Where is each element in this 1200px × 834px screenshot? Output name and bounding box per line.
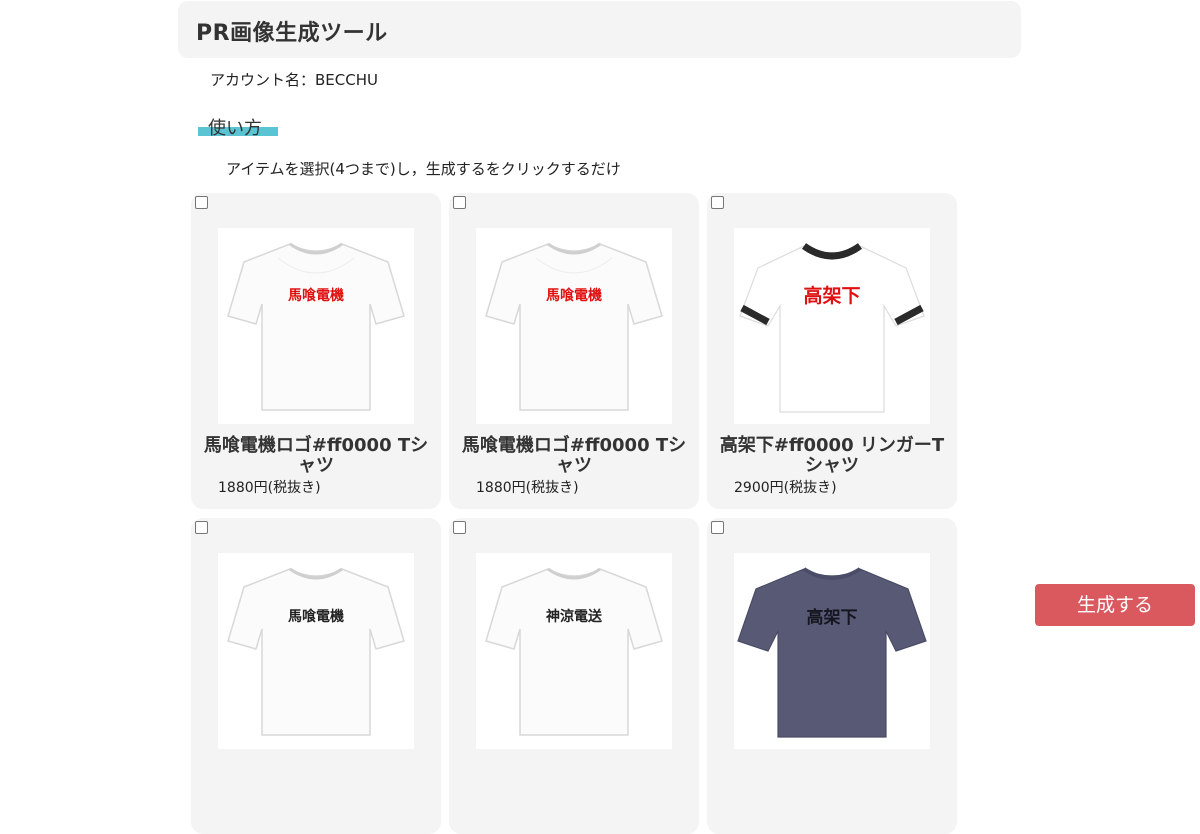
product-image: 馬喰電機 bbox=[476, 228, 672, 424]
shirt-print: 神涼電送 bbox=[546, 608, 603, 625]
item-checkbox[interactable] bbox=[453, 196, 466, 209]
shirt-print: 馬喰電機 bbox=[288, 287, 344, 304]
item-checkbox[interactable] bbox=[195, 521, 208, 534]
product-name: 高架下#ff0000 リンガーTシャツ bbox=[719, 435, 945, 476]
product-name: 馬喰電機ロゴ#ff0000 Tシャツ bbox=[203, 435, 429, 476]
app-header: PR画像生成ツール bbox=[178, 1, 1021, 58]
item-checkbox[interactable] bbox=[711, 196, 724, 209]
page-title: PR画像生成ツール bbox=[196, 21, 388, 46]
product-image: 高架下 bbox=[734, 228, 930, 424]
product-card[interactable]: 馬喰電機 馬喰電機ロゴ#ff0000 Tシャツ 1880円(税抜き) bbox=[191, 193, 441, 509]
product-price: 1880円(税抜き) bbox=[218, 480, 321, 496]
shirt-print: 高架下 bbox=[803, 284, 860, 307]
product-card[interactable]: 神涼電送 bbox=[449, 518, 699, 834]
shirt-print: 馬喰電機 bbox=[546, 287, 602, 304]
item-checkbox[interactable] bbox=[453, 521, 466, 534]
product-image: 馬喰電機 bbox=[218, 228, 414, 424]
product-price: 1880円(税抜き) bbox=[476, 480, 579, 496]
usage-heading-label: 使い方 bbox=[208, 118, 262, 139]
usage-heading: 使い方 bbox=[198, 113, 278, 139]
account-name: アカウント名：BECCHU bbox=[210, 71, 378, 89]
usage-instruction: アイテムを選択(4つまで)し，生成するをクリックするだけ bbox=[226, 160, 621, 178]
product-image: 高架下 bbox=[734, 553, 930, 749]
shirt-print: 高架下 bbox=[807, 607, 858, 628]
product-card[interactable]: 高架下 高架下#ff0000 リンガーTシャツ 2900円(税抜き) bbox=[707, 193, 957, 509]
product-price: 2900円(税抜き) bbox=[734, 480, 837, 496]
product-card[interactable]: 馬喰電機 bbox=[191, 518, 441, 834]
product-card[interactable]: 高架下 bbox=[707, 518, 957, 834]
item-checkbox[interactable] bbox=[711, 521, 724, 534]
product-card[interactable]: 馬喰電機 馬喰電機ロゴ#ff0000 Tシャツ 1880円(税抜き) bbox=[449, 193, 699, 509]
generate-button[interactable]: 生成する bbox=[1035, 584, 1195, 626]
shirt-print: 馬喰電機 bbox=[288, 608, 344, 625]
item-checkbox[interactable] bbox=[195, 196, 208, 209]
product-image: 神涼電送 bbox=[476, 553, 672, 749]
product-name: 馬喰電機ロゴ#ff0000 Tシャツ bbox=[461, 435, 687, 476]
product-image: 馬喰電機 bbox=[218, 553, 414, 749]
